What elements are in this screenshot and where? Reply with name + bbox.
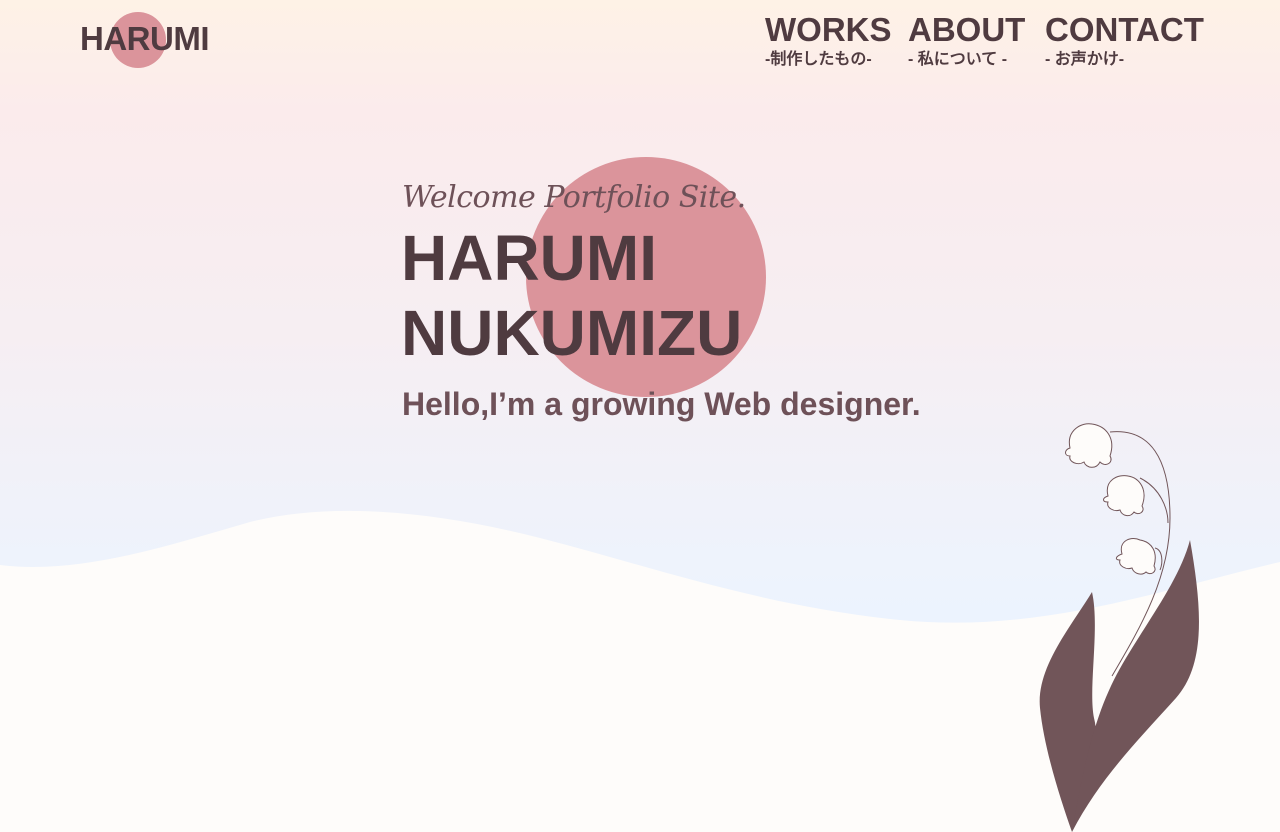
site-logo[interactable]: HARUMI (80, 20, 209, 58)
nav-works-subtitle: -制作したもの- (765, 51, 872, 68)
hero-name-line1: HARUMI (401, 222, 657, 294)
nav-item-works[interactable]: WORKS -制作したもの- (765, 12, 892, 70)
hero-name-line2: NUKUMIZU (401, 297, 743, 369)
hero-welcome-text: Welcome Portfolio Site. (402, 180, 746, 215)
nav-about-title: ABOUT (908, 11, 1026, 48)
lily-of-the-valley-icon (1039, 423, 1199, 832)
nav-contact-title: CONTACT (1045, 11, 1204, 48)
nav-item-about[interactable]: ABOUT - 私について - (908, 12, 1025, 70)
nav-item-contact[interactable]: CONTACT - お声かけ- (1045, 12, 1204, 70)
nav-works-title: WORKS (765, 11, 892, 48)
nav-about-subtitle: - 私について - (908, 51, 1008, 68)
nav-contact-subtitle: - お声かけ- (1045, 51, 1125, 68)
hero-tagline: Hello,I’m a growing Web designer. (402, 386, 921, 422)
